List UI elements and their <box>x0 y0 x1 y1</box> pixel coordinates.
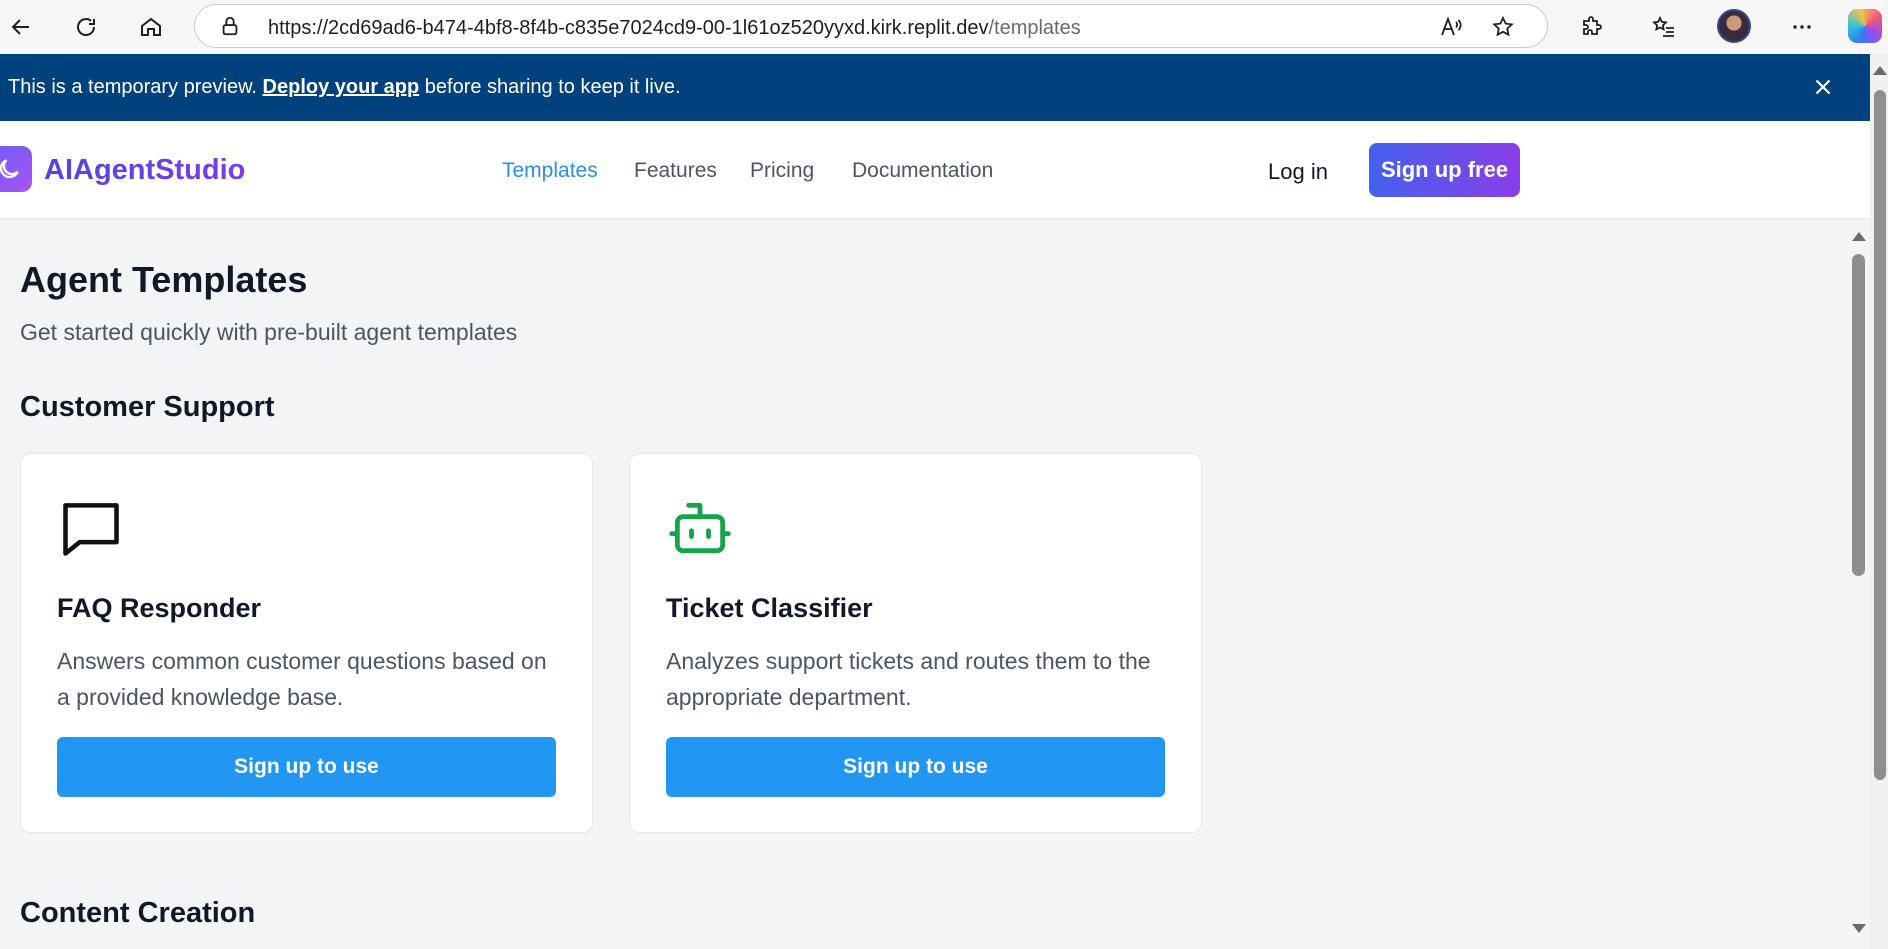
favorites-list-icon[interactable] <box>1645 8 1683 46</box>
sign-up-to-use-button[interactable]: Sign up to use <box>57 737 556 797</box>
url-text[interactable]: https://2cd69ad6-b474-4bf8-8f4b-c835e702… <box>268 17 1081 40</box>
home-icon[interactable] <box>132 8 170 46</box>
signup-free-button[interactable]: Sign up free <box>1369 143 1520 197</box>
app-header: AIAgentStudio Templates Features Pricing… <box>0 121 1870 219</box>
login-link[interactable]: Log in <box>1268 159 1328 185</box>
section-title-customer-support: Customer Support <box>20 391 275 423</box>
chat-bubble-icon <box>63 503 119 556</box>
browser-scroll-up-arrow-icon[interactable] <box>1873 66 1887 75</box>
read-aloud-icon[interactable] <box>1439 15 1463 39</box>
main-content: Agent Templates Get started quickly with… <box>0 219 1848 949</box>
banner-text-after: before sharing to keep it live. <box>419 76 681 98</box>
more-menu-icon[interactable] <box>1783 8 1821 46</box>
browser-scrollbar-thumb[interactable] <box>1874 90 1886 780</box>
copilot-icon[interactable] <box>1848 9 1882 43</box>
deploy-link[interactable]: Deploy your app <box>263 76 420 98</box>
nav-features[interactable]: Features <box>634 159 717 183</box>
favorite-star-icon[interactable] <box>1491 15 1515 39</box>
page-scrollbar-thumb[interactable] <box>1852 254 1865 576</box>
lock-icon[interactable] <box>219 15 241 37</box>
banner-text-before: This is a temporary preview. <box>8 76 263 98</box>
banner-text: This is a temporary preview. Deploy your… <box>8 76 681 99</box>
preview-banner: This is a temporary preview. Deploy your… <box>0 54 1870 121</box>
scroll-down-arrow-icon[interactable] <box>1852 924 1866 933</box>
profile-avatar[interactable] <box>1717 9 1751 43</box>
logo-text[interactable]: AIAgentStudio <box>44 154 245 187</box>
template-card-faq-responder: FAQ Responder Answers common customer qu… <box>20 453 593 833</box>
nav-templates[interactable]: Templates <box>502 159 598 183</box>
logo-moon-icon[interactable] <box>0 146 32 192</box>
browser-toolbar: https://2cd69ad6-b474-4bf8-8f4b-c835e702… <box>0 0 1888 54</box>
refresh-icon[interactable] <box>67 8 105 46</box>
sign-up-to-use-button[interactable]: Sign up to use <box>666 737 1165 797</box>
close-icon[interactable] <box>1810 74 1836 100</box>
page-subtitle: Get started quickly with pre-built agent… <box>20 319 518 345</box>
nav-pricing[interactable]: Pricing <box>750 159 814 183</box>
card-title: FAQ Responder <box>57 593 262 623</box>
scroll-up-arrow-icon[interactable] <box>1852 232 1866 241</box>
card-title: Ticket Classifier <box>666 593 873 623</box>
section-title-content-creation: Content Creation <box>20 897 256 929</box>
url-path: /templates <box>988 17 1081 39</box>
template-card-ticket-classifier: Ticket Classifier Analyzes support ticke… <box>629 453 1202 833</box>
nav-documentation[interactable]: Documentation <box>852 159 993 183</box>
url-main: https://2cd69ad6-b474-4bf8-8f4b-c835e702… <box>268 17 989 39</box>
extensions-icon[interactable] <box>1573 8 1611 46</box>
card-description: Answers common customer questions based … <box>57 648 547 710</box>
back-icon[interactable] <box>2 8 40 46</box>
address-bar[interactable]: https://2cd69ad6-b474-4bf8-8f4b-c835e702… <box>194 4 1548 48</box>
page-title: Agent Templates <box>20 259 308 300</box>
card-description: Analyzes support tickets and routes them… <box>666 648 1151 710</box>
robot-icon <box>669 502 731 554</box>
